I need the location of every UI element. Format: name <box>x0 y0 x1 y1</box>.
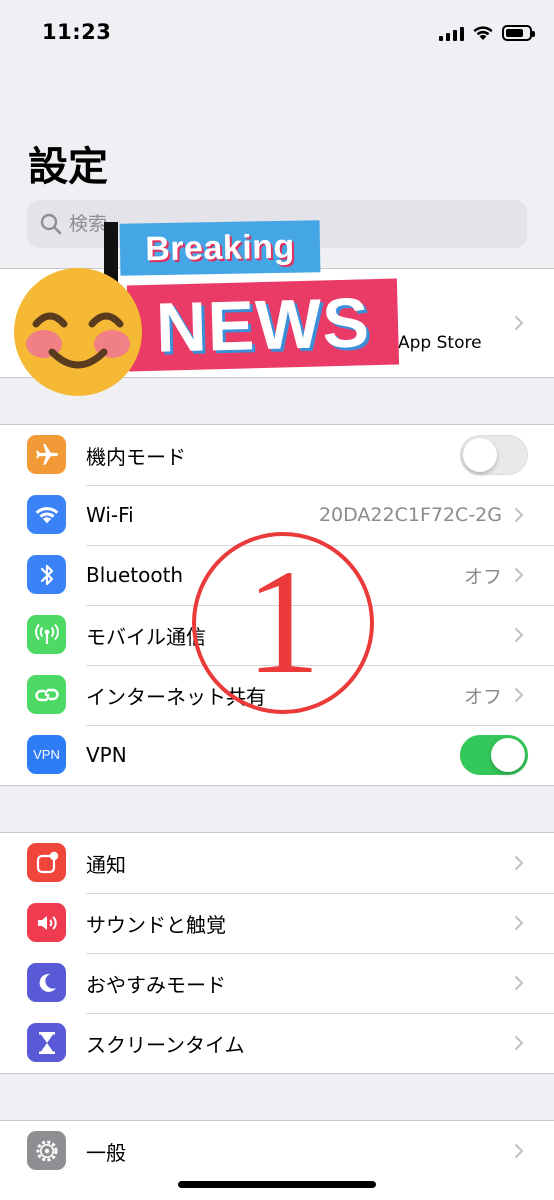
breaking-sticker-text: Breaking <box>144 227 296 268</box>
chevron-right-icon <box>514 687 524 703</box>
row-label: サウンドと触覚 <box>86 912 226 937</box>
settings-row-screen-time[interactable]: スクリーンタイム <box>0 1013 554 1073</box>
row-label: Bluetooth <box>86 563 184 587</box>
chevron-right-icon <box>514 567 524 583</box>
notification-settings-group: 通知 サウンドと触覚 おやすみモード スクリーンタイム <box>0 832 554 1074</box>
wifi-icon <box>27 495 66 534</box>
profile-subtitle: App Store <box>398 333 482 353</box>
row-label: VPN <box>86 743 127 767</box>
cellular-signal-icon <box>439 25 464 41</box>
antenna-icon <box>27 615 66 654</box>
airplane-icon <box>27 435 66 474</box>
chevron-right-icon <box>514 855 524 871</box>
bluetooth-status: オフ <box>463 565 502 588</box>
notification-icon <box>27 843 66 882</box>
vpn-icon-text: VPN <box>33 747 60 762</box>
chevron-right-icon <box>514 507 524 523</box>
settings-row-do-not-disturb[interactable]: おやすみモード <box>0 953 554 1013</box>
row-label: Wi-Fi <box>86 503 134 527</box>
news-sticker-text: NEWS <box>155 283 371 367</box>
vpn-icon: VPN <box>27 735 66 774</box>
chevron-right-icon <box>514 1143 524 1159</box>
breaking-sticker: Breaking <box>119 220 321 276</box>
row-label: 通知 <box>86 852 126 877</box>
gear-icon <box>27 1131 66 1170</box>
status-icons <box>439 22 535 44</box>
wifi-status-icon <box>473 26 493 40</box>
chevron-right-icon <box>514 1035 524 1051</box>
bluetooth-icon <box>27 555 66 594</box>
row-label: 機内モード <box>86 444 186 469</box>
settings-row-sounds[interactable]: サウンドと触覚 <box>0 893 554 953</box>
news-sticker: NEWS <box>126 278 400 372</box>
airplane-mode-toggle[interactable] <box>460 435 528 475</box>
chevron-right-icon <box>514 915 524 931</box>
vpn-toggle[interactable] <box>460 735 528 775</box>
settings-row-notifications[interactable]: 通知 <box>0 833 554 893</box>
page-title: 設定 <box>28 144 108 190</box>
home-indicator <box>178 1181 376 1188</box>
general-settings-group: 一般 <box>0 1120 554 1200</box>
row-label: おやすみモード <box>86 972 226 997</box>
wifi-network-name: 20DA22C1F72C-2G <box>318 504 502 526</box>
annotation-number: 1 <box>246 539 321 705</box>
row-label: スクリーンタイム <box>86 1032 245 1057</box>
moon-icon <box>27 963 66 1002</box>
battery-icon <box>502 25 535 41</box>
settings-row-vpn[interactable]: VPN VPN <box>0 725 554 785</box>
status-time: 11:23 <box>42 20 112 44</box>
search-icon <box>40 213 62 235</box>
settings-row-general[interactable]: 一般 <box>0 1121 554 1181</box>
hourglass-icon <box>27 1023 66 1062</box>
speaker-icon <box>27 903 66 942</box>
status-bar: 11:23 <box>0 0 554 64</box>
smiling-face-emoji-sticker <box>14 268 142 396</box>
hotspot-status: オフ <box>463 685 502 708</box>
hotspot-icon <box>27 675 66 714</box>
chevron-right-icon <box>514 627 524 643</box>
chevron-right-icon <box>514 975 524 991</box>
annotation-circled-number: 1 <box>192 532 374 714</box>
row-label: モバイル通信 <box>86 624 206 649</box>
settings-row-airplane-mode[interactable]: 機内モード <box>0 425 554 485</box>
row-label: 一般 <box>86 1140 126 1165</box>
chevron-right-icon <box>514 315 524 331</box>
